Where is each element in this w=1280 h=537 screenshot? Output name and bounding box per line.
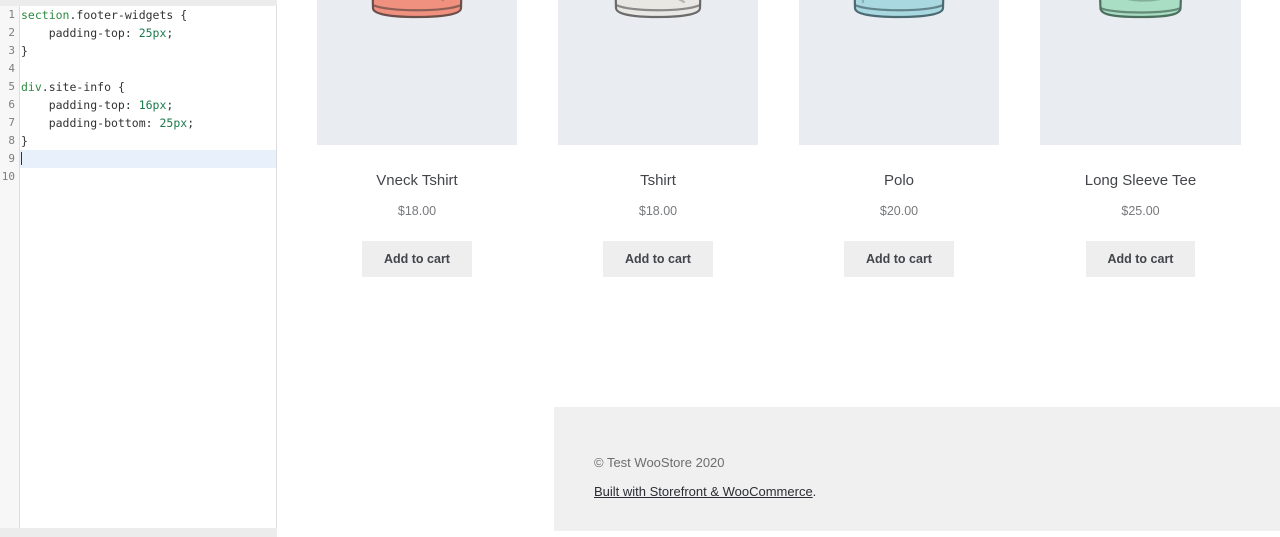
product-price: $18.00 xyxy=(638,204,678,218)
css-property: padding-top: xyxy=(21,26,139,40)
add-to-cart-button[interactable]: Add to cart xyxy=(362,241,472,277)
built-with-period: . xyxy=(812,484,817,499)
css-selector-element: section xyxy=(21,8,70,22)
line-number: 8 xyxy=(0,132,20,150)
product-price: $20.00 xyxy=(879,204,919,218)
site-preview-iframe[interactable]: Vneck Tshirt $18.00 Add to cart Tshirt $18.0… xyxy=(277,0,1280,537)
tshirt-image[interactable] xyxy=(558,0,758,145)
add-to-cart-button[interactable]: Add to cart xyxy=(844,241,954,277)
code-line[interactable]: 3} xyxy=(0,42,276,60)
code-line[interactable]: 10 xyxy=(0,168,276,186)
add-to-cart-button[interactable]: Add to cart xyxy=(1085,241,1196,277)
code-line[interactable]: 5 div.site-info { xyxy=(0,78,276,96)
code-line-content: } xyxy=(21,42,28,60)
css-token: } xyxy=(21,44,28,58)
css-selector-class: .site-info { xyxy=(41,80,125,94)
code-line[interactable]: 9 xyxy=(0,150,276,168)
code-line[interactable]: 2 padding-top: 25px; xyxy=(0,24,276,42)
code-line-content: section.footer-widgets { xyxy=(21,6,187,24)
line-number: 1 xyxy=(0,6,20,24)
line-number: 7 xyxy=(0,114,20,132)
code-line-content: padding-top: 25px; xyxy=(21,24,174,42)
code-line[interactable]: 4 xyxy=(0,60,276,78)
product-card[interactable]: Vneck Tshirt $18.00 Add to cart xyxy=(317,0,517,277)
code-line-content: padding-top: 16px; xyxy=(21,96,174,114)
site-footer: © Test WooStore 2020 Built with Storefro… xyxy=(554,407,1280,531)
css-value: 25px xyxy=(138,26,167,40)
product-title[interactable]: Vneck Tshirt xyxy=(317,172,517,190)
code-line-content xyxy=(21,150,22,168)
customizer-preview-screen: 1 section.footer-widgets {2 padding-top: … xyxy=(0,0,1280,537)
add-to-cart-button[interactable]: Add to cart xyxy=(603,241,713,277)
code-line-content: } xyxy=(21,132,28,150)
code-line[interactable]: 1 section.footer-widgets { xyxy=(0,6,276,24)
css-semicolon: ; xyxy=(187,116,195,130)
css-semicolon: ; xyxy=(166,26,174,40)
code-line[interactable]: 7 padding-bottom: 25px; xyxy=(0,114,276,132)
built-with-link[interactable]: Built with Storefront & WooCommerce xyxy=(594,484,813,499)
code-line[interactable]: 8} xyxy=(0,132,276,150)
product-title[interactable]: Tshirt xyxy=(558,172,758,190)
polo-image[interactable] xyxy=(799,0,999,145)
line-number: 2 xyxy=(0,24,20,42)
line-number: 4 xyxy=(0,60,20,78)
css-semicolon: ; xyxy=(166,98,174,112)
css-value: 25px xyxy=(159,116,188,130)
product-price: $25.00 xyxy=(1121,204,1160,218)
css-property: padding-bottom: xyxy=(21,116,160,130)
code-line-content: div.site-info { xyxy=(21,78,125,96)
css-value: 16px xyxy=(138,98,167,112)
product-card[interactable]: Long Sleeve Tee $25.00 Add to cart xyxy=(1040,0,1241,277)
vneck-tshirt-image[interactable] xyxy=(317,0,517,145)
product-price: $18.00 xyxy=(397,204,437,218)
product-title[interactable]: Long Sleeve Tee xyxy=(1040,172,1241,190)
code-line-content: padding-bottom: 25px; xyxy=(21,114,194,132)
product-card[interactable]: Polo $20.00 Add to cart xyxy=(799,0,999,277)
line-number: 5 xyxy=(0,78,20,96)
site-info: © Test WooStore 2020 Built with Storefro… xyxy=(594,452,816,503)
copyright-text: © Test WooStore 2020 xyxy=(594,455,725,470)
line-number: 6 xyxy=(0,96,20,114)
line-number: 9 xyxy=(0,150,20,168)
product-card[interactable]: Tshirt $18.00 Add to cart xyxy=(558,0,758,277)
css-selector-class: .footer-widgets { xyxy=(69,8,188,22)
text-cursor xyxy=(21,152,22,165)
long-sleeve-tee-image[interactable] xyxy=(1040,0,1241,145)
product-title[interactable]: Polo xyxy=(799,172,999,190)
product-grid: Vneck Tshirt $18.00 Add to cart Tshirt $18.0… xyxy=(317,0,1242,277)
additional-css-editor[interactable]: 1 section.footer-widgets {2 padding-top: … xyxy=(0,6,277,528)
line-number: 3 xyxy=(0,42,20,60)
css-token: } xyxy=(21,134,28,148)
panel-bottom-chrome-strip xyxy=(0,528,277,537)
built-with-line: Built with Storefront & WooCommerce. xyxy=(594,481,816,503)
css-selector-element: div xyxy=(21,80,42,94)
code-line[interactable]: 6 padding-top: 16px; xyxy=(0,96,276,114)
line-number: 10 xyxy=(0,168,20,186)
css-property: padding-top: xyxy=(21,98,139,112)
editor-code-area[interactable]: 1 section.footer-widgets {2 padding-top: … xyxy=(0,6,276,186)
